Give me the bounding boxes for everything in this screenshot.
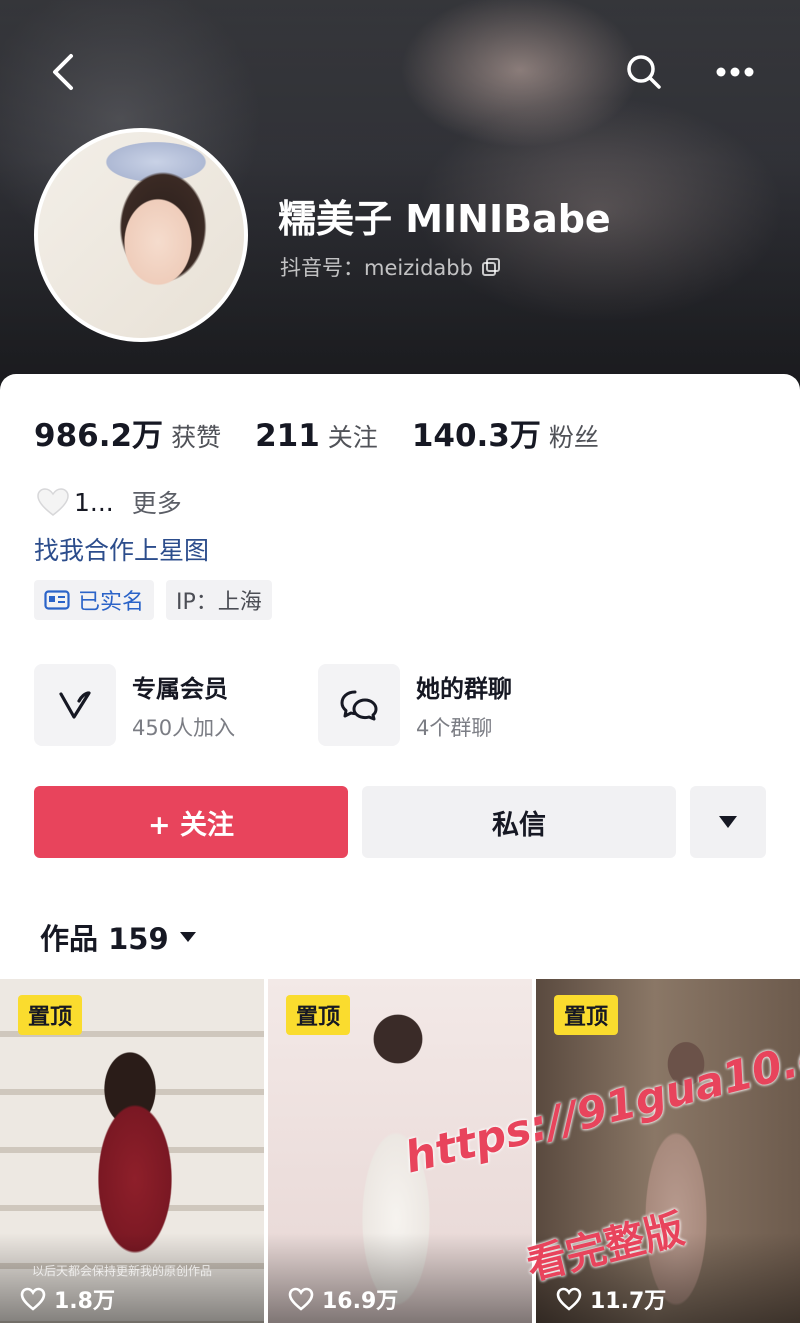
tab-works[interactable]: 作品 159 — [40, 916, 197, 958]
more-dots-icon — [716, 67, 754, 77]
feature-icon-box — [34, 664, 116, 746]
stat-likes-label: 获赞 — [171, 423, 222, 452]
v-member-icon — [59, 691, 91, 719]
message-button[interactable]: 私信 — [362, 786, 676, 858]
heart-outline-icon — [556, 1287, 582, 1311]
group-chat-entry[interactable]: 她的群聊 4个群聊 — [318, 664, 602, 746]
stat-followers-value: 140.3万 — [411, 418, 541, 454]
group-chat-count: 4个群聊 — [416, 715, 493, 740]
works-label: 作品 159 — [40, 922, 169, 956]
video-like-count: 1.8万 — [20, 1283, 115, 1315]
caret-down-icon — [179, 932, 196, 942]
search-button[interactable] — [614, 42, 674, 102]
feature-text: 专属会员 450人加入 — [132, 669, 235, 742]
stat-likes-value: 986.2万 — [34, 418, 164, 454]
douyin-id: 抖音号：meizidabb — [280, 252, 501, 282]
white-heart-icon — [36, 487, 70, 517]
group-chat-title: 她的群聊 — [416, 674, 512, 703]
verified-tag[interactable]: 已实名 — [34, 580, 155, 620]
bio-line: 1... 更多 — [36, 484, 182, 520]
membership-count: 450人加入 — [132, 715, 236, 740]
action-buttons: + 关注 私信 — [34, 786, 766, 858]
feature-text: 她的群聊 4个群聊 — [416, 669, 512, 742]
recommend-dropdown-button[interactable] — [690, 786, 766, 858]
heart-outline-icon — [20, 1287, 46, 1311]
search-icon — [627, 55, 661, 89]
membership-title: 专属会员 — [132, 674, 228, 703]
more-button[interactable] — [705, 42, 765, 102]
bio-text: 1... — [74, 487, 114, 517]
profile-card: 986.2万 获赞 211 关注 140.3万 粉丝 1... 更多 找我合作上… — [0, 374, 800, 1323]
exclusive-membership-entry[interactable]: 专属会员 450人加入 — [34, 664, 318, 746]
like-count-value: 1.8万 — [54, 1289, 115, 1314]
bio-cooperation-link[interactable]: 找我合作上星图 — [34, 531, 209, 567]
follow-button[interactable]: + 关注 — [34, 786, 348, 858]
caret-down-icon — [719, 816, 737, 828]
avatar[interactable] — [34, 128, 248, 342]
like-count-value: 16.9万 — [322, 1289, 399, 1314]
ip-location-tag: IP：上海 — [166, 580, 272, 620]
id-card-icon — [44, 590, 70, 610]
stat-likes[interactable]: 986.2万 获赞 — [34, 410, 221, 455]
pinned-badge: 置顶 — [286, 995, 351, 1035]
video-tile[interactable]: 置顶 以后天都会保持更新我的原创作品 1.8万 — [0, 979, 264, 1323]
copy-icon[interactable] — [481, 257, 501, 277]
stats-row: 986.2万 获赞 211 关注 140.3万 粉丝 — [34, 410, 633, 455]
video-like-count: 11.7万 — [556, 1283, 666, 1315]
bio-more-link[interactable]: 更多 — [132, 484, 182, 520]
pinned-badge: 置顶 — [554, 995, 619, 1035]
stat-following-label: 关注 — [327, 423, 378, 452]
pinned-badge: 置顶 — [18, 995, 83, 1035]
heart-outline-icon — [288, 1287, 314, 1311]
chevron-left-icon — [53, 54, 73, 90]
chat-bubbles-icon — [340, 690, 378, 721]
like-count-value: 11.7万 — [590, 1289, 667, 1314]
stat-following[interactable]: 211 关注 — [255, 418, 378, 454]
back-button[interactable] — [34, 42, 94, 102]
video-grid: 置顶 以后天都会保持更新我的原创作品 1.8万 置顶 16.9万 置顶 11.7… — [0, 979, 800, 1323]
douyin-id-text: 抖音号：meizidabb — [280, 256, 473, 280]
stat-following-value: 211 — [255, 418, 320, 454]
profile-nickname: 糯美子 MINIBabe — [278, 197, 611, 241]
video-like-count: 16.9万 — [288, 1283, 398, 1315]
video-caption: 以后天都会保持更新我的原创作品 — [32, 1264, 213, 1278]
feature-entries: 专属会员 450人加入 她的群聊 4个群聊 — [34, 664, 602, 746]
stat-followers-label: 粉丝 — [548, 423, 599, 452]
stat-followers[interactable]: 140.3万 粉丝 — [412, 410, 599, 455]
feature-icon-box — [318, 664, 400, 746]
verified-label: 已实名 — [78, 590, 145, 615]
profile-tags: 已实名 IP：上海 — [34, 580, 272, 620]
